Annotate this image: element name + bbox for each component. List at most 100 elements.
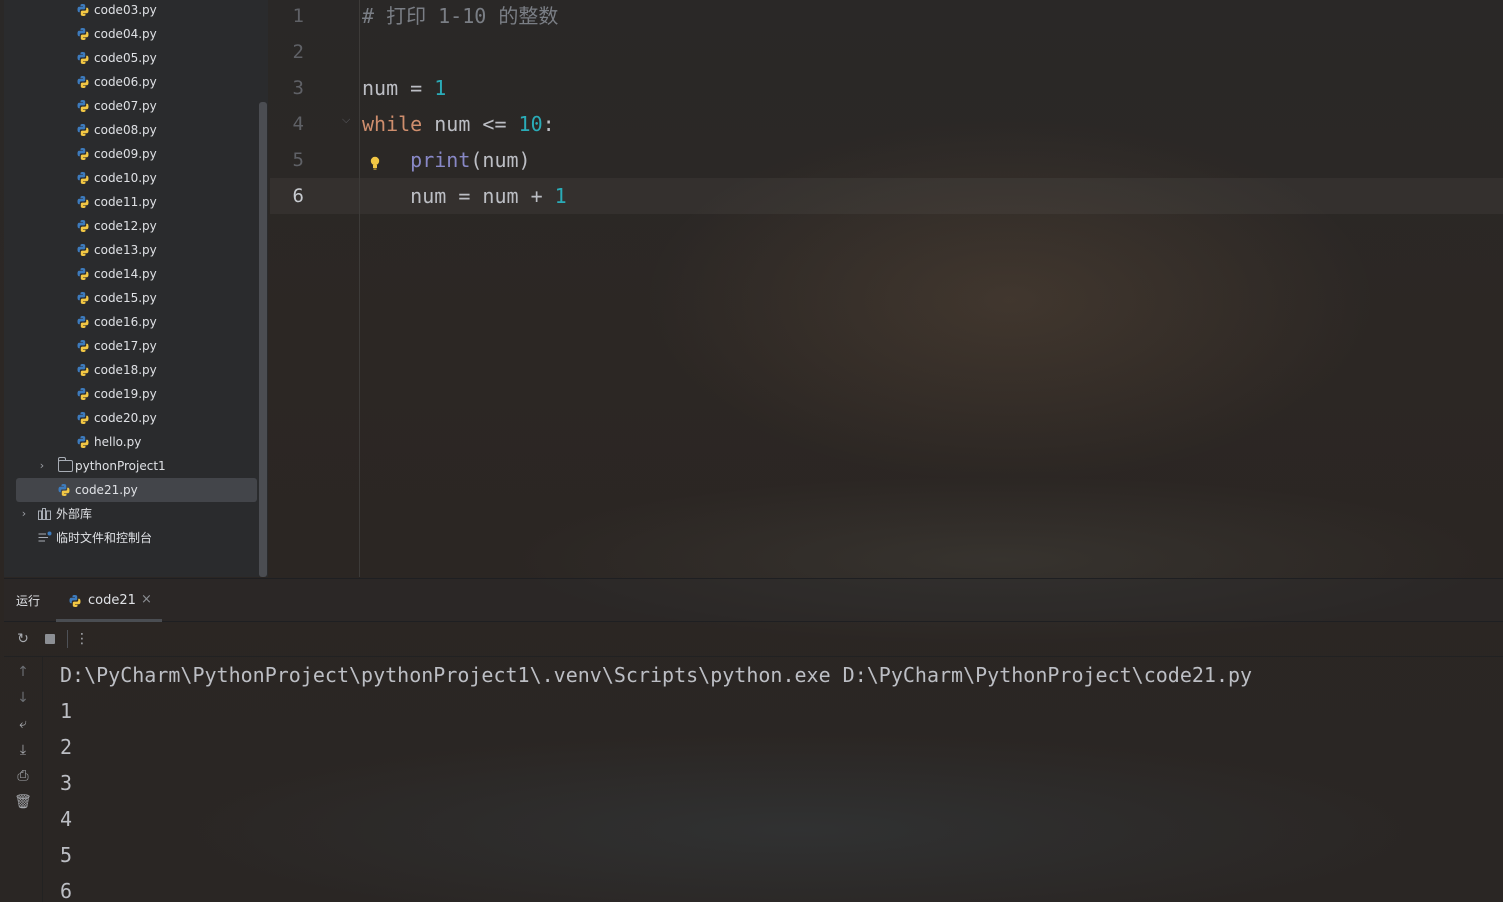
tree-file-item[interactable]: code06.py [4, 70, 257, 94]
tree-file-label: code10.py [94, 171, 157, 185]
tree-file-label: code16.py [94, 315, 157, 329]
tree-file-label: hello.py [94, 435, 142, 449]
python-file-icon [77, 76, 89, 88]
tree-file-item[interactable]: code10.py [4, 166, 257, 190]
print-icon[interactable]: ⎙ [14, 767, 32, 785]
tree-file-item[interactable]: code11.py [4, 190, 257, 214]
arrow-down-icon[interactable]: ↓ [14, 689, 32, 707]
code-token: while [362, 112, 423, 136]
tree-folder-pythonproject1[interactable]: › pythonProject1 [4, 454, 257, 478]
console-output-line: 3 [60, 771, 73, 795]
fold-marker-icon[interactable]: ⌵ [342, 113, 350, 127]
tree-file-label: code13.py [94, 243, 157, 257]
console-output-line: 4 [60, 807, 73, 831]
code-editor[interactable]: 123456 # 打印 1-10 的整数 num = 1 while num <= … [270, 0, 1503, 577]
chevron-right-icon[interactable]: › [18, 502, 30, 526]
python-file-icon [77, 220, 89, 232]
python-file-icon [77, 268, 89, 280]
line-number: 2 [292, 41, 304, 63]
tree-file-item[interactable]: code18.py [4, 358, 257, 382]
run-tab-code21[interactable]: code21 × [56, 579, 162, 622]
tree-file-label: code11.py [94, 195, 157, 209]
lightbulb-icon[interactable] [369, 154, 381, 172]
tree-file-label: code12.py [94, 219, 157, 233]
tree-file-item[interactable]: code07.py [4, 94, 257, 118]
tree-file-item[interactable]: code08.py [4, 118, 257, 142]
more-vertical-icon[interactable]: ⋮ [74, 631, 90, 647]
code-line[interactable]: num = 1 [362, 70, 446, 106]
tree-file-label: code19.py [94, 387, 157, 401]
sidebar-scrollbar[interactable] [259, 102, 267, 577]
python-file-icon [58, 484, 70, 496]
tree-file-item[interactable]: code09.py [4, 142, 257, 166]
line-number: 3 [292, 77, 304, 99]
console-output-line: 5 [60, 843, 73, 867]
gutter-divider [359, 0, 360, 577]
code-line[interactable]: print(num) [362, 142, 531, 178]
code-token: 1 [434, 76, 447, 100]
tree-file-item[interactable]: code14.py [4, 262, 257, 286]
tree-file-code21[interactable]: code21.py [16, 478, 257, 502]
python-file-icon [77, 388, 89, 400]
tree-scratches[interactable]: 临时文件和控制台 [4, 526, 257, 550]
code-token: # 打印 1-10 的整数 [362, 4, 559, 28]
tree-file-item[interactable]: code04.py [4, 22, 257, 46]
close-icon[interactable]: × [141, 592, 152, 607]
trash-icon[interactable]: 🗑 [14, 793, 32, 811]
code-token: num = [362, 76, 435, 100]
console-command-line: D:\PyCharm\PythonProject\pythonProject1\… [60, 663, 1253, 687]
tree-file-label: code20.py [94, 411, 157, 425]
code-token: 1 [554, 184, 567, 208]
python-file-icon [77, 124, 89, 136]
python-file-icon [77, 52, 89, 64]
tree-file-item[interactable]: code19.py [4, 382, 257, 406]
rerun-icon[interactable]: ↻ [15, 631, 31, 647]
tree-file-label: code04.py [94, 27, 157, 41]
chevron-right-icon[interactable]: › [36, 454, 48, 478]
tree-file-label: code07.py [94, 99, 157, 113]
code-line[interactable]: while num <= 10: [362, 106, 555, 142]
tree-file-item[interactable]: code03.py [4, 0, 257, 22]
code-line[interactable]: # 打印 1-10 的整数 [362, 0, 558, 34]
tree-file-label: code08.py [94, 123, 157, 137]
python-file-icon [77, 292, 89, 304]
line-number: 6 [292, 185, 304, 207]
tree-scratches-label: 临时文件和控制台 [56, 531, 153, 545]
run-tab-label: code21 [88, 593, 136, 608]
tree-file-item[interactable]: hello.py [4, 430, 257, 454]
scroll-to-end-icon[interactable]: ⤓ [14, 741, 32, 759]
python-file-icon [77, 316, 89, 328]
tree-file-item[interactable]: code16.py [4, 310, 257, 334]
tree-file-label: code14.py [94, 267, 157, 281]
tree-external-libraries[interactable]: › 外部库 [4, 502, 257, 526]
tree-file-label: code03.py [94, 3, 157, 17]
python-file-icon [77, 28, 89, 40]
python-file-icon [77, 100, 89, 112]
library-icon [38, 508, 51, 520]
python-file-icon [77, 172, 89, 184]
stop-icon[interactable] [42, 631, 58, 647]
tree-file-label: code09.py [94, 147, 157, 161]
tree-file-item[interactable]: code20.py [4, 406, 257, 430]
python-file-icon [77, 244, 89, 256]
tree-file-item[interactable]: code15.py [4, 286, 257, 310]
soft-wrap-icon[interactable]: ⤶ [14, 715, 32, 733]
python-file-icon [77, 436, 89, 448]
tree-file-item[interactable]: code12.py [4, 214, 257, 238]
folder-icon [58, 457, 73, 472]
tree-file-item[interactable]: code05.py [4, 46, 257, 70]
run-tool-header: 运行 code21 × [4, 579, 1503, 622]
tree-file-item[interactable]: code17.py [4, 334, 257, 358]
code-token: (num) [470, 148, 531, 172]
tree-file-label: code05.py [94, 51, 157, 65]
python-file-icon [77, 340, 89, 352]
code-token: : [542, 112, 555, 136]
tree-file-label: code17.py [94, 339, 157, 353]
code-token: num = num + [362, 184, 555, 208]
project-tree-panel: code03.py code04.py code05.py code06.py code… [4, 0, 268, 577]
tree-file-label: code15.py [94, 291, 157, 305]
arrow-up-icon[interactable]: ↑ [14, 663, 32, 681]
tree-file-item[interactable]: code13.py [4, 238, 257, 262]
code-line[interactable]: num = num + 1 [362, 178, 567, 214]
tree-file-label: code21.py [75, 483, 138, 497]
